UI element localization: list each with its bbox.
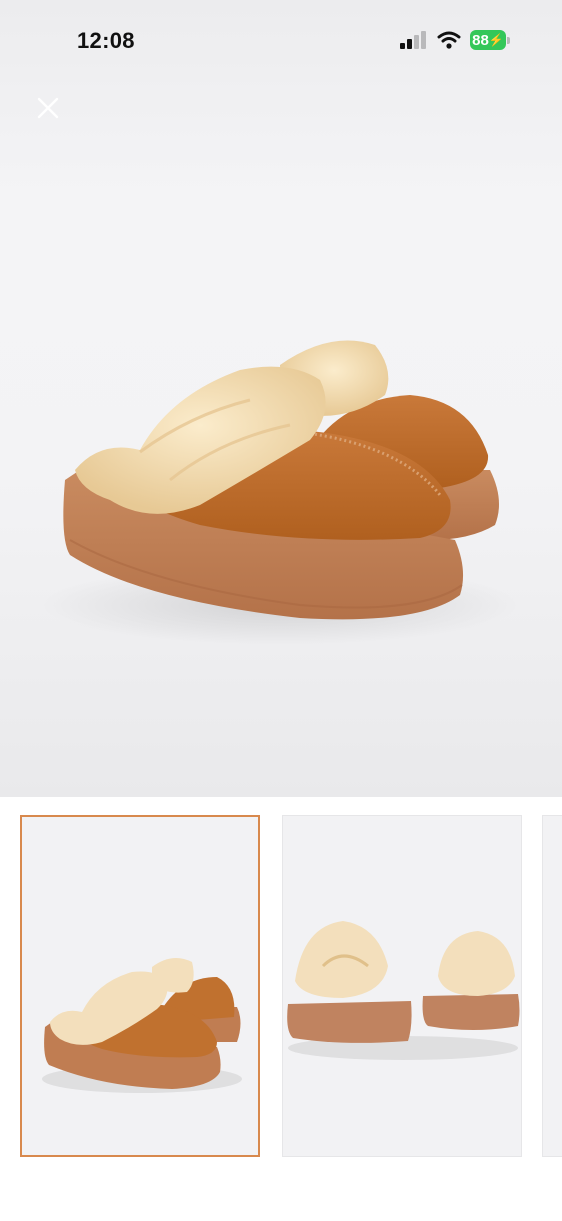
- status-icons: 88 ⚡: [400, 30, 510, 50]
- status-bar: 12:08 88 ⚡: [0, 0, 562, 84]
- thumbnail-strip[interactable]: [0, 797, 562, 1221]
- thumbnail-2[interactable]: [282, 815, 522, 1157]
- thumbnail-image: [42, 958, 242, 1093]
- close-icon: [37, 97, 59, 119]
- thumbnail-1-selected[interactable]: [20, 815, 260, 1157]
- product-image-viewer[interactable]: 12:08 88 ⚡: [0, 0, 562, 797]
- battery-charging-icon: 88 ⚡: [470, 30, 510, 50]
- battery-level: 88: [472, 31, 489, 49]
- cellular-signal-icon: [400, 31, 426, 49]
- wifi-icon: [437, 31, 461, 49]
- main-product-image: [40, 340, 520, 645]
- thumbnail-3-partial[interactable]: [542, 815, 562, 1157]
- status-time: 12:08: [77, 28, 135, 53]
- close-button[interactable]: [34, 94, 62, 122]
- thumbnail-image: [287, 921, 520, 1060]
